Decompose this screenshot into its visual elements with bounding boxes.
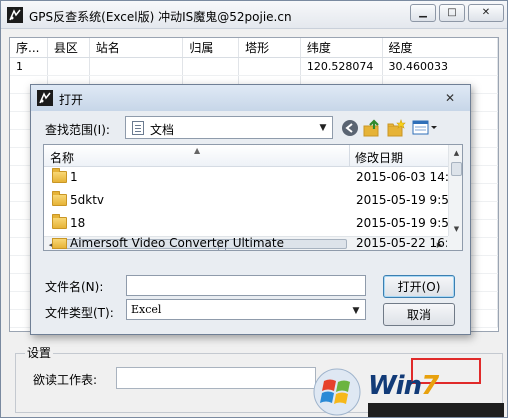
column-header[interactable]: 纬度	[301, 38, 383, 57]
column-header[interactable]: 塔形	[239, 38, 301, 57]
folder-icon	[52, 168, 67, 183]
file-type-dropdown[interactable]: Excel ▼	[126, 299, 366, 320]
worksheet-input[interactable]	[116, 367, 316, 389]
file-name-label: 文件名(N):	[45, 280, 104, 294]
folder-icon	[52, 214, 67, 229]
app-icon	[37, 90, 53, 106]
column-header[interactable]: 站名	[90, 38, 184, 57]
list-item[interactable]: 5dktv 2015-05-19 9:58	[44, 190, 457, 211]
close-icon: ✕	[481, 7, 491, 18]
dialog-close-icon[interactable]: ✕	[443, 91, 457, 105]
dialog-title: 打开	[59, 93, 84, 107]
watermark-bar	[368, 403, 504, 417]
name-column-header[interactable]: 名称	[50, 149, 74, 166]
windows-logo-icon	[313, 368, 361, 416]
chevron-down-icon: ▼	[352, 306, 360, 316]
open-file-dialog: 打开 ✕ 查找范围(I): 文档 ▼ 名称 ▲ 修改日期 1 2015-06-0…	[30, 84, 471, 335]
open-button[interactable]: 打开(O)	[383, 275, 455, 298]
chevron-down-icon: ▼	[319, 123, 327, 133]
view-list-icon	[412, 120, 437, 135]
table-cell: 120.528074	[301, 58, 383, 75]
table-cell	[239, 58, 301, 75]
documents-icon	[132, 121, 144, 135]
view-menu-button[interactable]	[411, 118, 439, 138]
up-folder-button[interactable]	[362, 118, 382, 138]
column-header[interactable]: 县区	[48, 38, 90, 57]
file-date: 2015-05-19 9:58	[356, 193, 457, 207]
column-header[interactable]: 序...	[10, 38, 48, 57]
file-list-header: 名称 ▲ 修改日期	[44, 145, 448, 167]
modified-column-header[interactable]: 修改日期	[355, 149, 403, 166]
look-in-label: 查找范围(I):	[45, 123, 110, 137]
column-header[interactable]: 经度	[383, 38, 498, 57]
file-name: 18	[70, 216, 86, 230]
file-name-input[interactable]	[126, 275, 366, 296]
scroll-down-icon[interactable]: ▼	[449, 221, 462, 236]
watermark-text: Win7	[368, 371, 439, 401]
watermark-logo: Win7	[306, 363, 508, 418]
look-in-value: 文档	[150, 123, 175, 137]
table-row[interactable]: 1 120.528074 30.460033	[10, 58, 498, 76]
minimize-button[interactable]: ▁	[410, 4, 436, 22]
file-name: 5dktv	[70, 193, 105, 207]
table-cell: 30.460033	[383, 58, 498, 75]
column-header[interactable]: 归属	[183, 38, 240, 57]
window-title: GPS反查系统(Excel版) 冲动IS魔鬼@52pojie.cn	[29, 10, 292, 24]
folder-icon	[52, 238, 67, 249]
new-folder-button[interactable]	[386, 118, 406, 138]
maximize-button[interactable]: □	[439, 4, 465, 22]
dialog-titlebar[interactable]: 打开 ✕	[31, 85, 470, 111]
up-folder-icon	[363, 119, 379, 137]
back-arrow-icon	[342, 120, 358, 136]
cancel-button[interactable]: 取消	[383, 303, 455, 326]
worksheet-label: 欲读工作表:	[33, 373, 98, 387]
table-cell	[90, 58, 184, 75]
folder-icon	[52, 191, 67, 206]
file-type-value: Excel	[131, 303, 162, 316]
vertical-scrollbar[interactable]: ▲ ▼	[448, 145, 462, 236]
file-date: 2015-05-19 9:58	[356, 216, 457, 230]
close-button[interactable]: ✕	[468, 4, 504, 22]
file-date: 2015-06-03 14:2	[356, 170, 457, 184]
grid-header: 序... 县区 站名 归属 塔形 纬度 经度	[10, 38, 498, 58]
settings-group-label: 设置	[25, 344, 54, 361]
table-cell	[48, 58, 90, 75]
file-type-label: 文件类型(T):	[45, 306, 114, 320]
file-date: 2015-05-22 16:0	[356, 236, 447, 250]
scroll-thumb[interactable]	[451, 162, 462, 176]
app-icon	[7, 7, 23, 23]
list-item[interactable]: 18 2015-05-19 9:58	[44, 213, 457, 234]
maximize-icon: □	[447, 7, 457, 18]
main-titlebar[interactable]: GPS反查系统(Excel版) 冲动IS魔鬼@52pojie.cn ▁ □ ✕	[1, 1, 507, 29]
file-name: 1	[70, 170, 78, 184]
table-cell	[183, 58, 240, 75]
list-item[interactable]: Aimersoft Video Converter Ultimate 2015-…	[43, 233, 447, 251]
file-name: Aimersoft Video Converter Ultimate	[70, 236, 284, 250]
minimize-icon: ▁	[419, 7, 427, 18]
new-folder-icon	[387, 119, 406, 137]
scroll-up-icon[interactable]: ▲	[449, 145, 462, 160]
list-item[interactable]: 1 2015-06-03 14:2	[44, 167, 457, 188]
look-in-dropdown[interactable]: 文档 ▼	[125, 116, 333, 139]
sort-ascending-icon: ▲	[194, 146, 201, 155]
table-cell: 1	[10, 58, 48, 75]
back-button[interactable]	[340, 118, 360, 138]
